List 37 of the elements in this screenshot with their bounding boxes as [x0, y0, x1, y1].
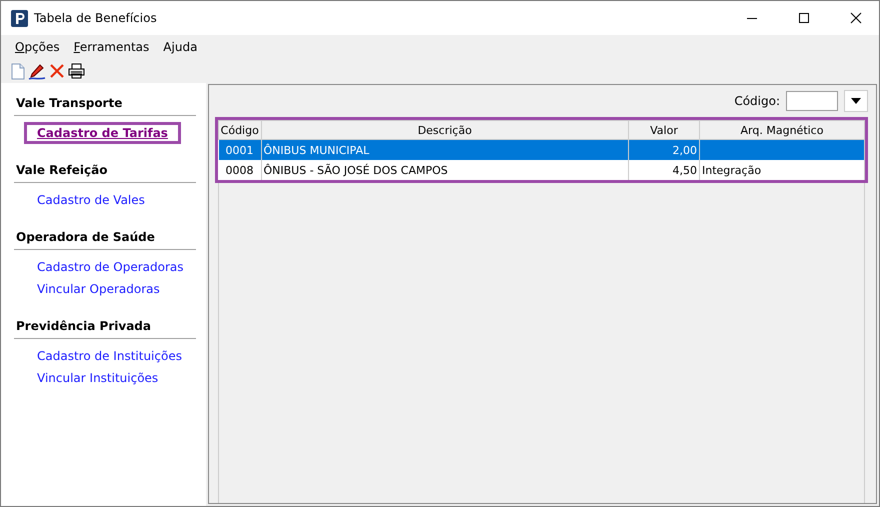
- sidebar-link[interactable]: Cadastro de Vales: [37, 193, 145, 207]
- table-cell: ÔNIBUS - SÃO JOSÉ DOS CAMPOS: [261, 160, 628, 180]
- sidebar-link[interactable]: Cadastro de Instituições: [37, 349, 182, 363]
- column-header[interactable]: Valor: [628, 120, 700, 140]
- pencil-icon[interactable]: [28, 62, 46, 80]
- sidebar-link[interactable]: Cadastro de Tarifas: [37, 126, 168, 140]
- printer-icon[interactable]: [68, 63, 85, 79]
- sidebar-link[interactable]: Vincular Operadoras: [37, 282, 160, 296]
- caret-icon: [851, 98, 861, 104]
- menu-item[interactable]: Ferramentas: [74, 40, 150, 54]
- table-cell: Integração: [700, 160, 864, 180]
- window-title: Tabela de Benefícios: [34, 11, 157, 25]
- sidebar-link[interactable]: Cadastro de Operadoras: [37, 260, 184, 274]
- dropdown-button[interactable]: [844, 90, 868, 112]
- table-cell: ÔNIBUS MUNICIPAL: [261, 140, 628, 160]
- table-row[interactable]: 0008 ÔNIBUS - SÃO JOSÉ DOS CAMPOS 4,50 Integração: [218, 160, 864, 180]
- menu-item[interactable]: Opções: [15, 40, 60, 54]
- app-logo-icon: [11, 10, 28, 26]
- table-cell: 0008: [218, 160, 261, 180]
- table-row[interactable]: 0001 ÔNIBUS MUNICIPAL 2,00: [218, 140, 864, 160]
- column-header[interactable]: Descrição: [261, 120, 628, 140]
- code-field[interactable]: [786, 91, 838, 111]
- sidebar-link[interactable]: Vincular Instituições: [37, 371, 158, 385]
- section-heading: Previdência Privada: [14, 316, 196, 339]
- section-heading: Vale Transporte: [14, 93, 196, 116]
- section-heading: Operadora de Saúde: [14, 227, 196, 250]
- table-cell: 4,50: [628, 160, 700, 180]
- filter-label: Código:: [734, 94, 780, 108]
- table-cell: 2,00: [628, 140, 700, 160]
- maximize-icon[interactable]: [798, 12, 810, 24]
- table-cell: 0001: [218, 140, 261, 160]
- column-header[interactable]: Arq. Magnético: [700, 120, 864, 140]
- delete-icon[interactable]: [49, 63, 65, 79]
- menu-item[interactable]: Ajuda: [163, 40, 198, 54]
- section-heading: Vale Refeição: [14, 160, 196, 183]
- close-icon[interactable]: [850, 12, 862, 24]
- column-header[interactable]: Código: [218, 120, 261, 140]
